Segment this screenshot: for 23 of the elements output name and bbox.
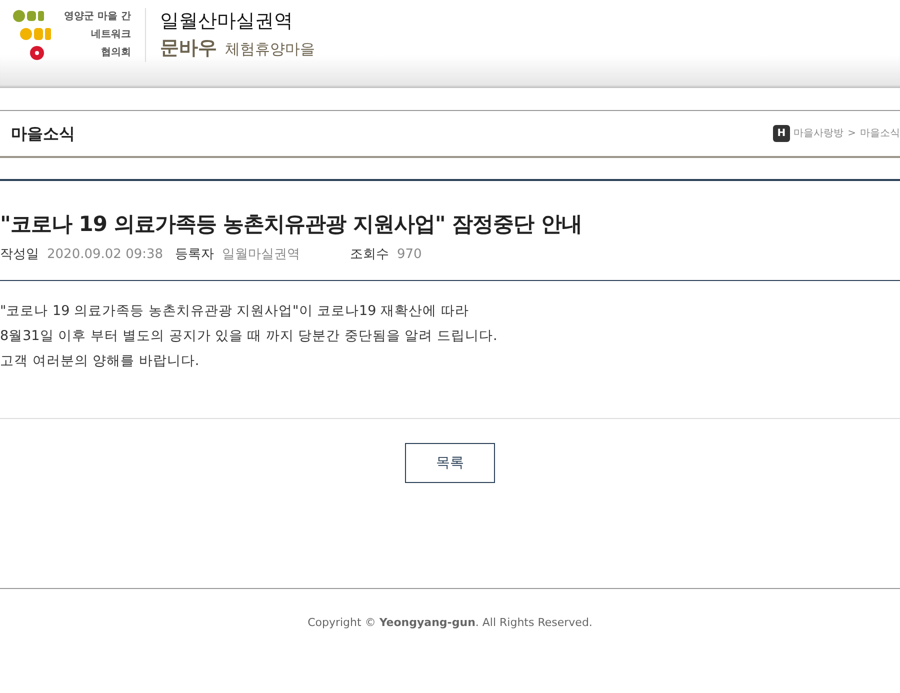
body-text: 고객 여러분의 양해를 바랍니다. — [0, 352, 200, 371]
meta-label: 작성일 — [0, 246, 39, 264]
meta-value: 2020.09.02 09:38 — [47, 246, 164, 264]
section-title: 마을소식 — [11, 122, 75, 144]
brand-name: 문바우 — [160, 36, 217, 61]
home-icon[interactable]: H — [773, 125, 790, 142]
breadcrumb-link[interactable]: 마을소식 — [860, 126, 900, 141]
meta-label: 조회수 — [350, 246, 389, 264]
breadcrumb-link[interactable]: 마을사랑방 — [794, 126, 844, 141]
list-button[interactable]: 목록 — [405, 443, 495, 483]
breadcrumb-separator: > — [848, 127, 856, 141]
logo-text: 협의회 — [100, 46, 131, 60]
site-title[interactable]: 일월산마실권역 — [160, 8, 315, 34]
copyright-text: Copyright © Yeongyang-gun. All Rights Reserved. — [308, 616, 592, 629]
body-text: "코로나 19 의료가족등 농촌치유관광 지원사업"이 코로나19 재확산에 따라 — [0, 302, 470, 321]
logo-text: 영양군 마을 간 — [64, 10, 131, 24]
site-subtitle: 체험휴양마을 — [224, 39, 315, 60]
meta-label: 등록자 — [175, 246, 214, 264]
logo-text: 네트워크 — [90, 28, 131, 42]
body-text: 8월31일 이후 부터 별도의 공지가 있을 때 까지 당분간 중단됨을 알려 드립니다. — [0, 327, 498, 346]
post-title: "코로나 19 의료가족등 농촌치유관광 지원사업" 잠정중단 안내 — [0, 211, 583, 238]
meta-value: 970 — [397, 246, 422, 264]
meta-value: 일월마실권역 — [222, 246, 300, 264]
